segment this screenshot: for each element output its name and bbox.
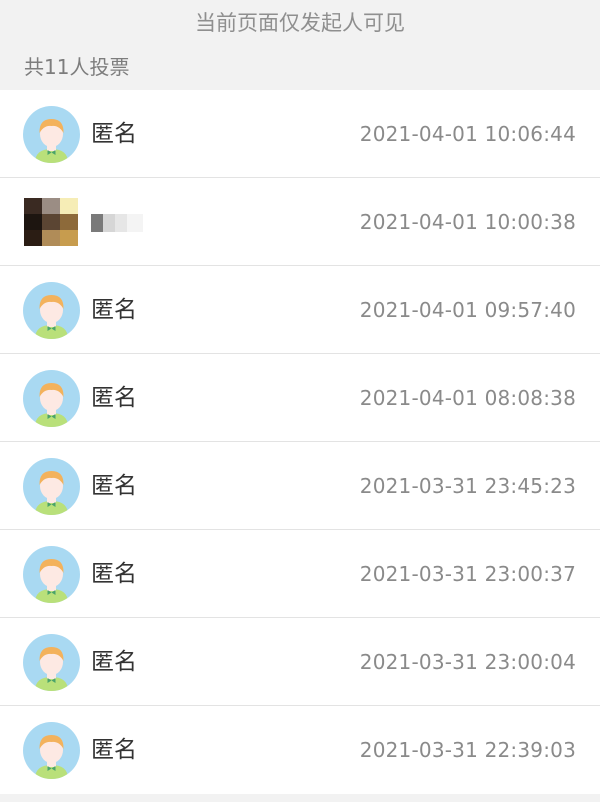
voter-row[interactable]: 匿名 2021-03-31 23:00:04 <box>0 618 600 706</box>
voter-name: 匿名 <box>91 649 137 675</box>
voter-row[interactable]: 匿名 2021-03-31 23:45:23 <box>0 442 600 530</box>
vote-time: 2021-04-01 10:06:44 <box>359 122 576 146</box>
vote-count-label: 共11人投票 <box>24 55 130 79</box>
voter-name: 匿名 <box>91 561 137 587</box>
voter-list: 匿名 2021-04-01 10:06:44 2021-04-01 10:00:… <box>0 90 600 794</box>
vote-time: 2021-04-01 09:57:40 <box>359 298 576 322</box>
vote-time: 2021-03-31 23:00:04 <box>359 650 576 674</box>
vote-time: 2021-03-31 23:45:23 <box>359 474 576 498</box>
vote-time: 2021-03-31 22:39:03 <box>359 738 576 762</box>
default-avatar-icon <box>23 546 80 603</box>
voter-row[interactable]: 匿名 2021-04-01 08:08:38 <box>0 354 600 442</box>
voter-row[interactable]: 匿名 2021-03-31 23:00:37 <box>0 530 600 618</box>
voter-name: 匿名 <box>91 473 137 499</box>
voter-row[interactable]: 2021-04-01 10:00:38 <box>0 178 600 266</box>
voter-row[interactable]: 匿名 2021-04-01 09:57:40 <box>0 266 600 354</box>
voter-name: 匿名 <box>91 297 137 323</box>
default-avatar-icon <box>23 634 80 691</box>
voter-name: 匿名 <box>91 385 137 411</box>
voter-row[interactable]: 匿名 2021-03-31 22:39:03 <box>0 706 600 794</box>
pixelated-name <box>91 214 143 232</box>
voter-name: 匿名 <box>91 737 137 763</box>
pixelated-avatar-icon <box>24 198 78 246</box>
default-avatar-icon <box>23 722 80 779</box>
voter-row[interactable]: 匿名 2021-04-01 10:06:44 <box>0 90 600 178</box>
voter-name: 匿名 <box>91 121 137 147</box>
vote-time: 2021-04-01 08:08:38 <box>359 386 576 410</box>
default-avatar-icon <box>23 282 80 339</box>
default-avatar-icon <box>23 458 80 515</box>
vote-time: 2021-03-31 23:00:37 <box>359 562 576 586</box>
vote-time: 2021-04-01 10:00:38 <box>359 210 576 234</box>
default-avatar-icon <box>23 370 80 427</box>
visibility-notice: 当前页面仅发起人可见 <box>195 11 405 35</box>
default-avatar-icon <box>23 106 80 163</box>
